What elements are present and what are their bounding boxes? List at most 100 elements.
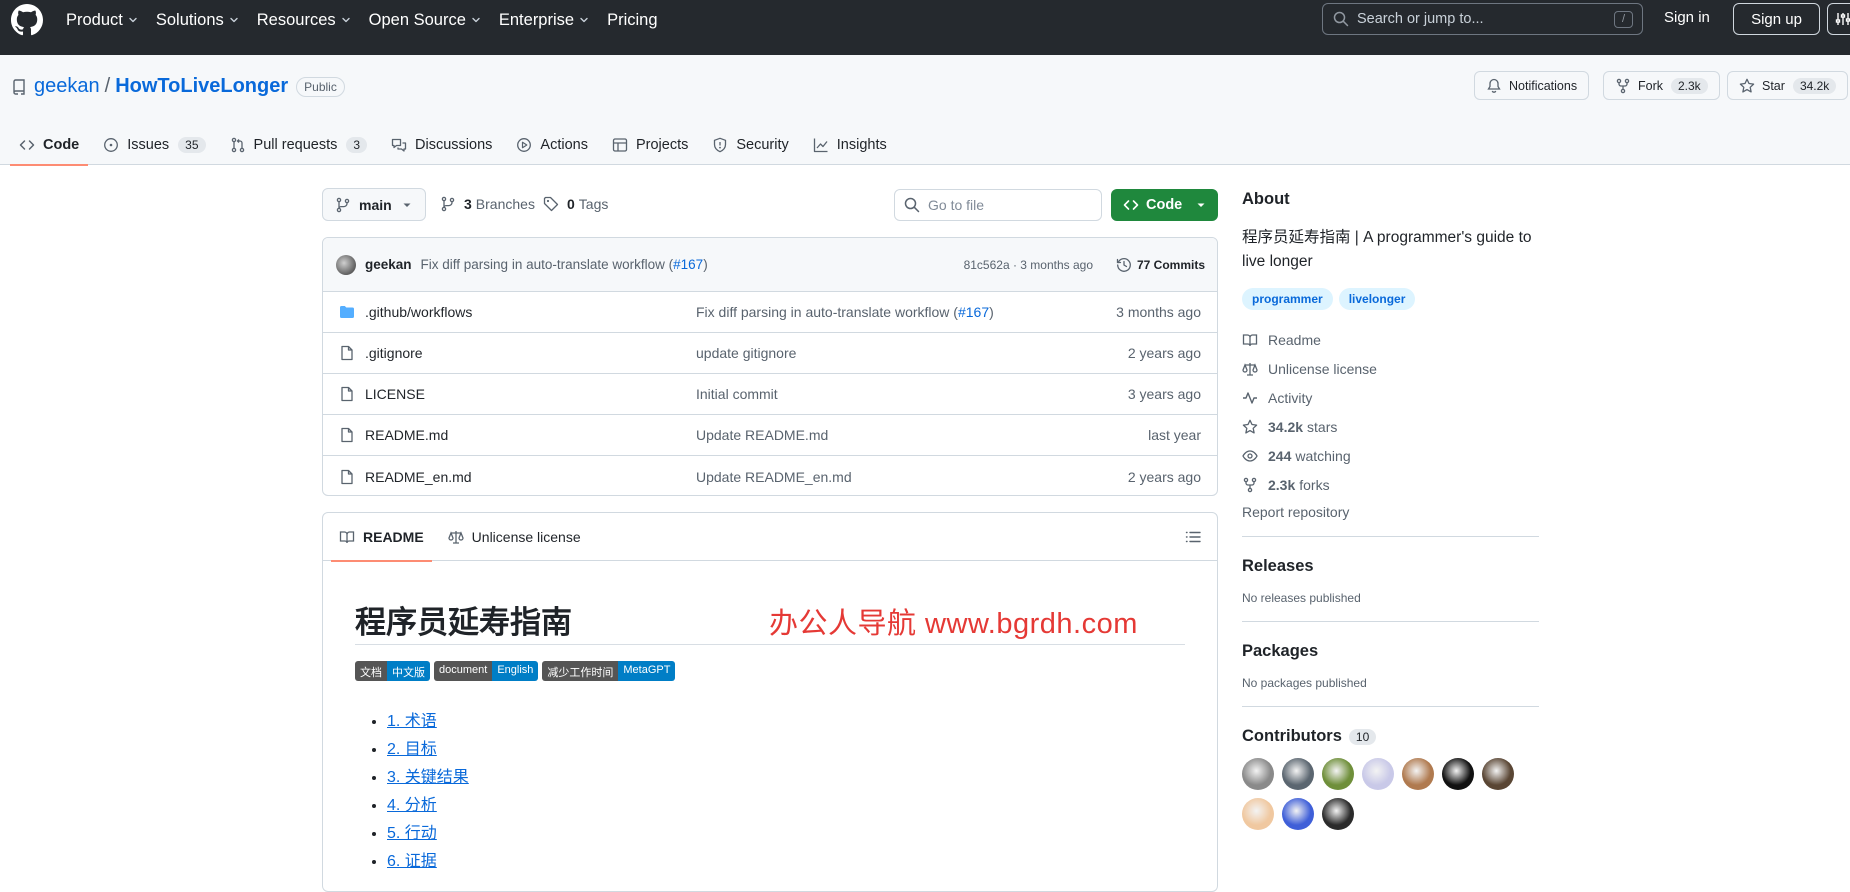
- github-logo-icon[interactable]: [11, 4, 43, 36]
- file-name-link[interactable]: .github/workflows: [365, 304, 472, 320]
- global-nav-item[interactable]: Solutions: [156, 11, 239, 30]
- git-branch-icon: [440, 196, 456, 212]
- tab-security[interactable]: Security: [703, 125, 797, 165]
- search-icon: [1333, 11, 1349, 27]
- avatar[interactable]: [1402, 758, 1434, 790]
- contributors-heading[interactable]: Contributors 10: [1242, 727, 1539, 746]
- list-unordered-icon[interactable]: [1185, 529, 1201, 545]
- tab-insights[interactable]: Insights: [804, 125, 896, 165]
- avatar[interactable]: [1362, 758, 1394, 790]
- tab-pull-requests[interactable]: Pull requests 3: [221, 125, 377, 165]
- star-button[interactable]: Star 34.2k: [1727, 71, 1849, 100]
- avatar[interactable]: [1242, 758, 1274, 790]
- releases-heading[interactable]: Releases: [1242, 557, 1539, 576]
- code-dropdown-button[interactable]: Code: [1111, 189, 1218, 221]
- global-nav-item[interactable]: Product: [66, 11, 138, 30]
- global-nav-item[interactable]: Enterprise: [499, 11, 589, 30]
- go-to-file-input[interactable]: Go to file: [894, 189, 1102, 221]
- latest-commit-bar: geekan Fix diff parsing in auto-translat…: [323, 238, 1217, 292]
- sign-in-link[interactable]: Sign in: [1664, 9, 1710, 26]
- watchers-link[interactable]: 244 watching: [1242, 441, 1539, 470]
- table-row[interactable]: .github/workflows Fix diff parsing in aut…: [323, 292, 1217, 333]
- book-icon: [339, 529, 355, 545]
- branch-select-button[interactable]: main: [322, 188, 426, 221]
- file-commit-message-link[interactable]: Update README_en.md: [696, 469, 852, 485]
- tab-actions[interactable]: Actions: [507, 125, 597, 165]
- file-last-modified: 2 years ago: [1127, 345, 1201, 361]
- law-icon: [448, 529, 464, 545]
- file-last-modified: 2 years ago: [1127, 468, 1201, 485]
- toc-link[interactable]: 6. 证据: [387, 853, 437, 870]
- global-nav-item[interactable]: Open Source: [369, 11, 481, 30]
- commit-sha-time[interactable]: 81c562a · 3 months ago: [964, 258, 1093, 272]
- toc-link[interactable]: 2. 目标: [387, 741, 437, 758]
- readme-tab-bar: README Unlicense license: [323, 513, 1217, 562]
- avatar[interactable]: [1482, 758, 1514, 790]
- toc-link[interactable]: 5. 行动: [387, 825, 437, 842]
- repo-owner-link[interactable]: geekan: [34, 75, 100, 98]
- table-row[interactable]: .gitignore update gitignore 2 years ago: [323, 333, 1217, 374]
- avatar[interactable]: [336, 254, 356, 275]
- tab-license[interactable]: Unlicense license: [440, 513, 589, 561]
- avatar[interactable]: [1322, 798, 1354, 830]
- badge-image[interactable]: 减少工作时间 MetaGPT: [542, 661, 676, 681]
- file-name-link[interactable]: LICENSE: [365, 386, 425, 402]
- tags-label: Tags: [578, 196, 609, 212]
- table-row[interactable]: README_en.md Update README_en.md 2 years a…: [323, 456, 1217, 495]
- tab-code[interactable]: Code: [10, 125, 89, 166]
- file-name-link[interactable]: README.md: [365, 427, 448, 443]
- notifications-button[interactable]: Notifications: [1474, 71, 1590, 100]
- activity-link[interactable]: Activity: [1242, 383, 1539, 412]
- commit-pr-link[interactable]: #167: [958, 304, 989, 320]
- toc-link[interactable]: 4. 分析: [387, 797, 437, 814]
- branches-link[interactable]: 3 Branches: [440, 196, 535, 212]
- global-nav-label: Open Source: [368, 10, 466, 29]
- commit-message-link[interactable]: Fix diff parsing in auto-translate workf…: [421, 257, 708, 272]
- avatar[interactable]: [1242, 798, 1274, 830]
- tab-issues[interactable]: Issues 35: [94, 125, 214, 165]
- file-commit-message-link[interactable]: Initial commit: [696, 386, 778, 402]
- tab-readme[interactable]: README: [331, 513, 432, 562]
- avatar[interactable]: [1282, 758, 1314, 790]
- commits-history-link[interactable]: 77 Commits: [1116, 257, 1205, 273]
- sidebar-toggle-button[interactable]: [1827, 3, 1850, 35]
- avatar[interactable]: [1282, 798, 1314, 830]
- contributor-avatars: [1242, 758, 1532, 838]
- file-commit-message-link[interactable]: Update README.md: [696, 427, 828, 443]
- global-nav-item[interactable]: Pricing: [607, 11, 657, 30]
- badge-image[interactable]: 文档 中文版: [355, 661, 430, 681]
- global-search-input[interactable]: Search or jump to... /: [1322, 3, 1643, 35]
- play-icon: [516, 137, 532, 153]
- file-commit-message-link[interactable]: update gitignore: [696, 345, 796, 361]
- branch-name: main: [359, 196, 392, 213]
- tags-link[interactable]: 0 Tags: [543, 196, 608, 212]
- tab-counter: 3: [346, 137, 368, 153]
- badge-image[interactable]: document English: [434, 661, 539, 681]
- commit-author-link[interactable]: geekan: [365, 257, 412, 272]
- avatar[interactable]: [1442, 758, 1474, 790]
- license-link[interactable]: Unlicense license: [1242, 354, 1539, 383]
- avatar[interactable]: [1322, 758, 1354, 790]
- topic-tag[interactable]: programmer: [1242, 288, 1333, 310]
- report-repository-link[interactable]: Report repository: [1242, 504, 1539, 520]
- topic-tag[interactable]: livelonger: [1338, 288, 1416, 310]
- forks-link[interactable]: 2.3k forks: [1242, 470, 1539, 499]
- toc-link[interactable]: 3. 关键结果: [387, 769, 469, 786]
- table-row[interactable]: LICENSE Initial commit 3 years ago: [323, 374, 1217, 415]
- file-commit-message-link[interactable]: Fix diff parsing in auto-translate workf…: [696, 304, 994, 320]
- table-row[interactable]: README.md Update README.md last year: [323, 415, 1217, 456]
- file-name-link[interactable]: .gitignore: [365, 345, 423, 361]
- fork-button[interactable]: Fork 2.3k: [1603, 71, 1720, 100]
- global-nav-item[interactable]: Resources: [257, 11, 351, 30]
- commit-pr-link[interactable]: #167: [673, 257, 703, 272]
- repo-name-link[interactable]: HowToLiveLonger: [115, 75, 288, 98]
- branches-count: 3: [464, 196, 472, 212]
- toc-link[interactable]: 1. 术语: [387, 713, 437, 730]
- file-name-link[interactable]: README_en.md: [365, 469, 472, 485]
- readme-link[interactable]: Readme: [1242, 325, 1539, 354]
- packages-heading[interactable]: Packages: [1242, 642, 1539, 661]
- tab-projects[interactable]: Projects: [603, 125, 697, 165]
- stars-link[interactable]: 34.2k stars: [1242, 412, 1539, 441]
- sign-up-button[interactable]: Sign up: [1733, 3, 1820, 35]
- tab-discussions[interactable]: Discussions: [382, 125, 501, 165]
